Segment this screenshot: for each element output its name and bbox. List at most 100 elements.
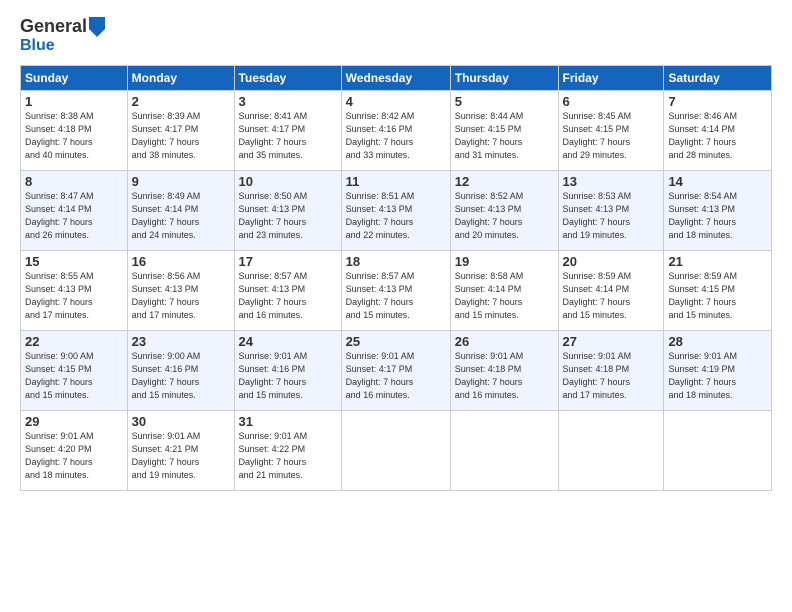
calendar-day-cell: 10Sunrise: 8:50 AMSunset: 4:13 PMDayligh… <box>234 171 341 251</box>
calendar-day-cell: 11Sunrise: 8:51 AMSunset: 4:13 PMDayligh… <box>341 171 450 251</box>
calendar-day-cell: 4Sunrise: 8:42 AMSunset: 4:16 PMDaylight… <box>341 91 450 171</box>
weekday-header-cell: Tuesday <box>234 66 341 91</box>
calendar-day-cell: 19Sunrise: 8:58 AMSunset: 4:14 PMDayligh… <box>450 251 558 331</box>
day-number: 21 <box>668 254 767 269</box>
calendar-day-cell: 15Sunrise: 8:55 AMSunset: 4:13 PMDayligh… <box>21 251 128 331</box>
day-number: 24 <box>239 334 337 349</box>
calendar-day-cell: 24Sunrise: 9:01 AMSunset: 4:16 PMDayligh… <box>234 331 341 411</box>
day-number: 7 <box>668 94 767 109</box>
calendar-table: SundayMondayTuesdayWednesdayThursdayFrid… <box>20 65 772 491</box>
day-info: Sunrise: 8:45 AMSunset: 4:15 PMDaylight:… <box>563 110 660 162</box>
day-number: 6 <box>563 94 660 109</box>
page-header: General Blue <box>20 16 772 55</box>
calendar-week-row: 15Sunrise: 8:55 AMSunset: 4:13 PMDayligh… <box>21 251 772 331</box>
weekday-header-row: SundayMondayTuesdayWednesdayThursdayFrid… <box>21 66 772 91</box>
calendar-day-cell: 12Sunrise: 8:52 AMSunset: 4:13 PMDayligh… <box>450 171 558 251</box>
day-number: 26 <box>455 334 554 349</box>
logo-icon <box>89 17 105 37</box>
calendar-day-cell: 17Sunrise: 8:57 AMSunset: 4:13 PMDayligh… <box>234 251 341 331</box>
day-number: 18 <box>346 254 446 269</box>
day-info: Sunrise: 9:01 AMSunset: 4:16 PMDaylight:… <box>239 350 337 402</box>
day-number: 14 <box>668 174 767 189</box>
weekday-header-cell: Monday <box>127 66 234 91</box>
day-info: Sunrise: 8:59 AMSunset: 4:15 PMDaylight:… <box>668 270 767 322</box>
day-number: 17 <box>239 254 337 269</box>
day-info: Sunrise: 9:01 AMSunset: 4:17 PMDaylight:… <box>346 350 446 402</box>
day-number: 29 <box>25 414 123 429</box>
day-info: Sunrise: 9:01 AMSunset: 4:18 PMDaylight:… <box>455 350 554 402</box>
day-info: Sunrise: 8:58 AMSunset: 4:14 PMDaylight:… <box>455 270 554 322</box>
day-number: 22 <box>25 334 123 349</box>
day-info: Sunrise: 8:55 AMSunset: 4:13 PMDaylight:… <box>25 270 123 322</box>
day-number: 3 <box>239 94 337 109</box>
day-info: Sunrise: 8:56 AMSunset: 4:13 PMDaylight:… <box>132 270 230 322</box>
day-info: Sunrise: 8:46 AMSunset: 4:14 PMDaylight:… <box>668 110 767 162</box>
weekday-header-cell: Thursday <box>450 66 558 91</box>
day-info: Sunrise: 8:39 AMSunset: 4:17 PMDaylight:… <box>132 110 230 162</box>
day-info: Sunrise: 8:41 AMSunset: 4:17 PMDaylight:… <box>239 110 337 162</box>
day-number: 2 <box>132 94 230 109</box>
calendar-day-cell: 16Sunrise: 8:56 AMSunset: 4:13 PMDayligh… <box>127 251 234 331</box>
calendar-week-row: 22Sunrise: 9:00 AMSunset: 4:15 PMDayligh… <box>21 331 772 411</box>
calendar-day-cell: 18Sunrise: 8:57 AMSunset: 4:13 PMDayligh… <box>341 251 450 331</box>
calendar-day-cell: 1Sunrise: 8:38 AMSunset: 4:18 PMDaylight… <box>21 91 128 171</box>
calendar-day-cell <box>664 411 772 491</box>
day-number: 27 <box>563 334 660 349</box>
day-info: Sunrise: 8:42 AMSunset: 4:16 PMDaylight:… <box>346 110 446 162</box>
calendar-day-cell: 9Sunrise: 8:49 AMSunset: 4:14 PMDaylight… <box>127 171 234 251</box>
day-number: 9 <box>132 174 230 189</box>
day-info: Sunrise: 8:53 AMSunset: 4:13 PMDaylight:… <box>563 190 660 242</box>
day-number: 23 <box>132 334 230 349</box>
day-info: Sunrise: 9:01 AMSunset: 4:21 PMDaylight:… <box>132 430 230 482</box>
weekday-header-cell: Sunday <box>21 66 128 91</box>
calendar-day-cell: 2Sunrise: 8:39 AMSunset: 4:17 PMDaylight… <box>127 91 234 171</box>
day-number: 8 <box>25 174 123 189</box>
day-info: Sunrise: 8:50 AMSunset: 4:13 PMDaylight:… <box>239 190 337 242</box>
calendar-day-cell: 6Sunrise: 8:45 AMSunset: 4:15 PMDaylight… <box>558 91 664 171</box>
day-info: Sunrise: 8:51 AMSunset: 4:13 PMDaylight:… <box>346 190 446 242</box>
calendar-day-cell: 13Sunrise: 8:53 AMSunset: 4:13 PMDayligh… <box>558 171 664 251</box>
calendar-day-cell: 21Sunrise: 8:59 AMSunset: 4:15 PMDayligh… <box>664 251 772 331</box>
calendar-day-cell <box>558 411 664 491</box>
calendar-day-cell: 31Sunrise: 9:01 AMSunset: 4:22 PMDayligh… <box>234 411 341 491</box>
day-number: 20 <box>563 254 660 269</box>
day-number: 12 <box>455 174 554 189</box>
logo-blue: Blue <box>20 37 55 55</box>
day-info: Sunrise: 9:00 AMSunset: 4:15 PMDaylight:… <box>25 350 123 402</box>
calendar-day-cell: 20Sunrise: 8:59 AMSunset: 4:14 PMDayligh… <box>558 251 664 331</box>
day-info: Sunrise: 9:01 AMSunset: 4:19 PMDaylight:… <box>668 350 767 402</box>
weekday-header-cell: Saturday <box>664 66 772 91</box>
day-info: Sunrise: 8:57 AMSunset: 4:13 PMDaylight:… <box>239 270 337 322</box>
day-info: Sunrise: 8:52 AMSunset: 4:13 PMDaylight:… <box>455 190 554 242</box>
calendar-day-cell: 5Sunrise: 8:44 AMSunset: 4:15 PMDaylight… <box>450 91 558 171</box>
day-number: 30 <box>132 414 230 429</box>
day-info: Sunrise: 8:47 AMSunset: 4:14 PMDaylight:… <box>25 190 123 242</box>
calendar-week-row: 29Sunrise: 9:01 AMSunset: 4:20 PMDayligh… <box>21 411 772 491</box>
day-number: 10 <box>239 174 337 189</box>
day-info: Sunrise: 9:01 AMSunset: 4:20 PMDaylight:… <box>25 430 123 482</box>
day-number: 28 <box>668 334 767 349</box>
calendar-day-cell: 8Sunrise: 8:47 AMSunset: 4:14 PMDaylight… <box>21 171 128 251</box>
day-info: Sunrise: 8:54 AMSunset: 4:13 PMDaylight:… <box>668 190 767 242</box>
day-number: 19 <box>455 254 554 269</box>
weekday-header-cell: Wednesday <box>341 66 450 91</box>
calendar-day-cell: 28Sunrise: 9:01 AMSunset: 4:19 PMDayligh… <box>664 331 772 411</box>
calendar-day-cell: 22Sunrise: 9:00 AMSunset: 4:15 PMDayligh… <box>21 331 128 411</box>
day-info: Sunrise: 9:01 AMSunset: 4:18 PMDaylight:… <box>563 350 660 402</box>
day-info: Sunrise: 9:01 AMSunset: 4:22 PMDaylight:… <box>239 430 337 482</box>
calendar-day-cell: 14Sunrise: 8:54 AMSunset: 4:13 PMDayligh… <box>664 171 772 251</box>
logo-general: General <box>20 16 87 37</box>
day-number: 5 <box>455 94 554 109</box>
day-number: 4 <box>346 94 446 109</box>
day-info: Sunrise: 8:38 AMSunset: 4:18 PMDaylight:… <box>25 110 123 162</box>
calendar-page: General Blue SundayMondayTuesdayWednesda… <box>0 0 792 612</box>
calendar-day-cell: 27Sunrise: 9:01 AMSunset: 4:18 PMDayligh… <box>558 331 664 411</box>
day-number: 31 <box>239 414 337 429</box>
logo: General Blue <box>20 16 105 55</box>
calendar-week-row: 8Sunrise: 8:47 AMSunset: 4:14 PMDaylight… <box>21 171 772 251</box>
day-info: Sunrise: 8:57 AMSunset: 4:13 PMDaylight:… <box>346 270 446 322</box>
day-info: Sunrise: 8:59 AMSunset: 4:14 PMDaylight:… <box>563 270 660 322</box>
calendar-day-cell: 23Sunrise: 9:00 AMSunset: 4:16 PMDayligh… <box>127 331 234 411</box>
calendar-day-cell <box>341 411 450 491</box>
calendar-day-cell: 3Sunrise: 8:41 AMSunset: 4:17 PMDaylight… <box>234 91 341 171</box>
